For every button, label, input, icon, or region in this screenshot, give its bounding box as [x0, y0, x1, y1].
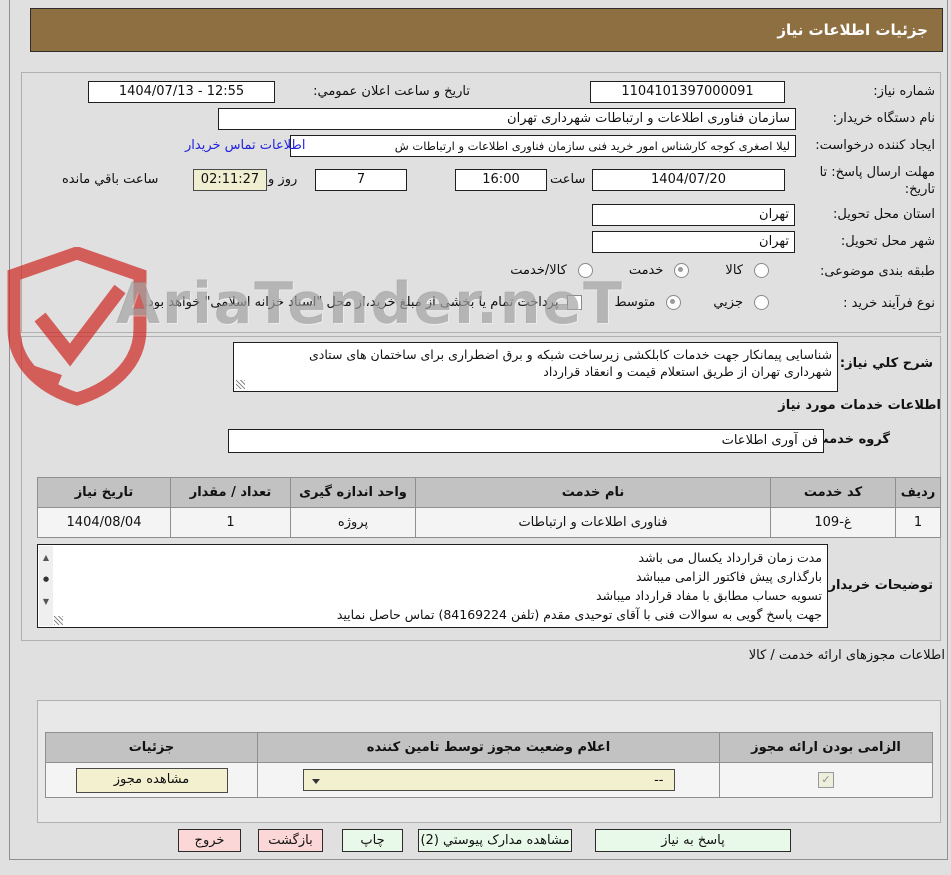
- cell-license-details: مشاهده مجوز: [45, 762, 258, 798]
- hours-remaining-label: ساعت باقي مانده: [62, 172, 159, 187]
- license-status-value: --: [654, 773, 664, 788]
- col-header-unit: واحد اندازه گیری: [290, 477, 416, 508]
- request-creator-label: ایجاد کننده درخواست:: [815, 138, 935, 153]
- radio-icon[interactable]: [754, 295, 769, 310]
- province-input[interactable]: تهران: [592, 204, 795, 226]
- deadline-date-input[interactable]: 1404/07/20: [592, 169, 785, 191]
- need-desc-line2: شهرداری تهران از طریق استعلام قیمت و انع…: [543, 364, 832, 379]
- countdown-box: 02:11:27: [193, 169, 267, 191]
- radio-selected-icon[interactable]: [674, 263, 690, 278]
- col-header-quantity: تعداد / مقدار: [170, 477, 291, 508]
- page-title: جزئیات اطلاعات نیاز: [777, 21, 928, 39]
- scroll-up-icon[interactable]: ▲: [43, 548, 49, 567]
- deadline-hour-label: ساعت: [550, 172, 586, 187]
- announce-datetime-value: 1404/07/13 - 12:55: [88, 81, 275, 103]
- process-radio-group: جزیي متوسط پرداخت تمام یا بخشی از مبلغ خ…: [144, 295, 769, 310]
- treasury-note-item: پرداخت تمام یا بخشی از مبلغ خرید،از محل …: [144, 295, 583, 310]
- licenses-table-header-row: الزامی بودن ارائه مجوز اعلام وضعیت مجوز …: [45, 732, 933, 763]
- need-desc-label: شرح كلي نياز:: [839, 356, 933, 371]
- buyer-org-label: نام دستگاه خریدار:: [832, 111, 935, 126]
- col-header-license-status: اعلام وضعیت مجوز توسط تامین کننده: [257, 732, 720, 763]
- view-attachments-button[interactable]: مشاهده مدارک پیوستي (2): [418, 829, 572, 852]
- buyer-contact-link[interactable]: اطلاعات تماس خریدار: [185, 138, 305, 153]
- radio-selected-icon[interactable]: [666, 295, 682, 310]
- cell-need-date: 1404/08/04: [37, 507, 171, 538]
- category-radio-group: کالا خدمت کالا/خدمت: [510, 263, 769, 278]
- col-header-license-details: جزئیات: [45, 732, 258, 763]
- buyer-note-line: بارگذاری پیش فاکتور الزامی میباشد: [635, 569, 822, 584]
- buyer-notes-label: توضیحات خریدار:: [823, 578, 933, 593]
- header-bar: جزئیات اطلاعات نیاز: [30, 8, 943, 52]
- category-option-kala-khedmat[interactable]: کالا/خدمت: [510, 263, 593, 278]
- col-header-license-required: الزامی بودن ارائه مجوز: [719, 732, 933, 763]
- cell-service-name: فناوری اطلاعات و ارتباطات: [415, 507, 771, 538]
- col-header-need-date: تاریخ نیاز: [37, 477, 171, 508]
- buyer-note-line: تسویه حساب مطابق با مفاد قرارداد میباشد: [596, 588, 822, 603]
- licenses-table-row: ✓ -- مشاهده مجوز: [45, 762, 933, 798]
- radio-label: جزیي: [713, 295, 743, 310]
- radio-label: خدمت: [628, 263, 664, 278]
- category-label: طبقه بندی موضوعی:: [819, 264, 935, 279]
- cell-radif: 1: [895, 507, 941, 538]
- cell-quantity: 1: [170, 507, 291, 538]
- days-and-label: روز و: [268, 172, 298, 187]
- scroll-thumb[interactable]: ●: [43, 570, 49, 589]
- category-option-kala[interactable]: کالا: [725, 263, 769, 278]
- radio-label: کالا: [725, 263, 743, 278]
- back-button[interactable]: بازگشت: [258, 829, 323, 852]
- chevron-down-icon: [311, 779, 320, 784]
- licenses-table: الزامی بودن ارائه مجوز اعلام وضعیت مجوز …: [45, 732, 933, 798]
- col-header-service-code: کد خدمت: [770, 477, 896, 508]
- scroll-down-icon[interactable]: ▼: [43, 592, 49, 611]
- city-input[interactable]: تهران: [592, 231, 795, 253]
- services-table-row: 1 غ-109 فناوری اطلاعات و ارتباطات پروژه …: [37, 507, 941, 538]
- print-button[interactable]: چاپ: [342, 829, 403, 852]
- deadline-hour-input[interactable]: 16:00: [455, 169, 547, 191]
- radio-icon[interactable]: [754, 263, 769, 278]
- resize-handle-icon[interactable]: [54, 616, 63, 625]
- category-option-khedmat[interactable]: خدمت: [629, 263, 690, 278]
- radio-icon[interactable]: [577, 263, 593, 278]
- need-desc-line1: شناسایی پیمانکار جهت خدمات کابلکشی زیرسا…: [309, 347, 832, 362]
- need-desc-textarea[interactable]: شناسایی پیمانکار جهت خدمات کابلکشی زیرسا…: [233, 342, 838, 392]
- service-group-input[interactable]: فن آوری اطلاعات: [228, 429, 824, 453]
- process-type-label: نوع فرآیند خرید :: [843, 296, 935, 311]
- deadline-label: مهلت ارسال پاسخ: تا تاریخ:: [819, 165, 935, 197]
- radio-label: کالا/خدمت: [510, 263, 567, 278]
- radio-label: متوسط: [614, 295, 656, 310]
- need-number-input[interactable]: 1104101397000091: [590, 81, 785, 103]
- request-creator-input[interactable]: لیلا اصغری کوجه کارشناس امور خرید فنی سا…: [290, 135, 796, 157]
- services-table-header-row: ردیف کد خدمت نام خدمت واحد اندازه گیری ت…: [37, 477, 941, 508]
- treasury-checkbox[interactable]: [567, 295, 583, 310]
- process-option-jozii[interactable]: جزیي: [713, 295, 769, 310]
- col-header-service-name: نام خدمت: [415, 477, 771, 508]
- services-table: ردیف کد خدمت نام خدمت واحد اندازه گیری ت…: [37, 477, 941, 538]
- need-details-page: { "header": { "title": "جزئیات اطلاعات ن…: [0, 0, 951, 875]
- deadline-days-input[interactable]: 7: [315, 169, 407, 191]
- buyer-note-line: جهت پاسخ گویی به سوالات فنی با آقای توحی…: [336, 607, 822, 622]
- exit-button[interactable]: خروج: [178, 829, 241, 852]
- cell-service-code: غ-109: [770, 507, 896, 538]
- vertical-scrollbar[interactable]: ▲ ● ▼: [39, 546, 53, 626]
- license-status-select[interactable]: --: [302, 769, 675, 791]
- view-license-button[interactable]: مشاهده مجوز: [75, 767, 228, 793]
- col-header-radif: ردیف: [895, 477, 941, 508]
- respond-to-need-button[interactable]: پاسخ به نیاز: [595, 829, 791, 852]
- city-label: شهر محل تحویل:: [840, 234, 935, 249]
- province-label: استان محل تحویل:: [833, 207, 935, 222]
- cell-unit: پروژه: [290, 507, 416, 538]
- need-number-label: شماره نیاز:: [873, 84, 935, 99]
- cell-license-status: --: [257, 762, 720, 798]
- buyer-notes-textarea[interactable]: مدت زمان قرارداد یکسال می باشد بارگذاری …: [37, 544, 828, 628]
- cell-license-required: ✓: [719, 762, 933, 798]
- services-section-title: اطلاعات خدمات مورد نیاز: [778, 398, 941, 413]
- licenses-section-title: اطلاعات مجوزهای ارائه خدمت / کالا: [748, 648, 945, 663]
- buyer-org-input[interactable]: سازمان فناوری اطلاعات و ارتباطات شهرداری…: [218, 108, 796, 130]
- buyer-note-line: مدت زمان قرارداد یکسال می باشد: [638, 550, 822, 565]
- treasury-note-text: پرداخت تمام یا بخشی از مبلغ خرید،از محل …: [143, 295, 559, 310]
- process-option-motevaset[interactable]: متوسط: [614, 295, 682, 310]
- license-required-checkbox[interactable]: ✓: [818, 772, 834, 788]
- announce-datetime-label: تاریخ و ساعت اعلان عمومي:: [313, 84, 470, 99]
- resize-handle-icon[interactable]: [236, 380, 245, 389]
